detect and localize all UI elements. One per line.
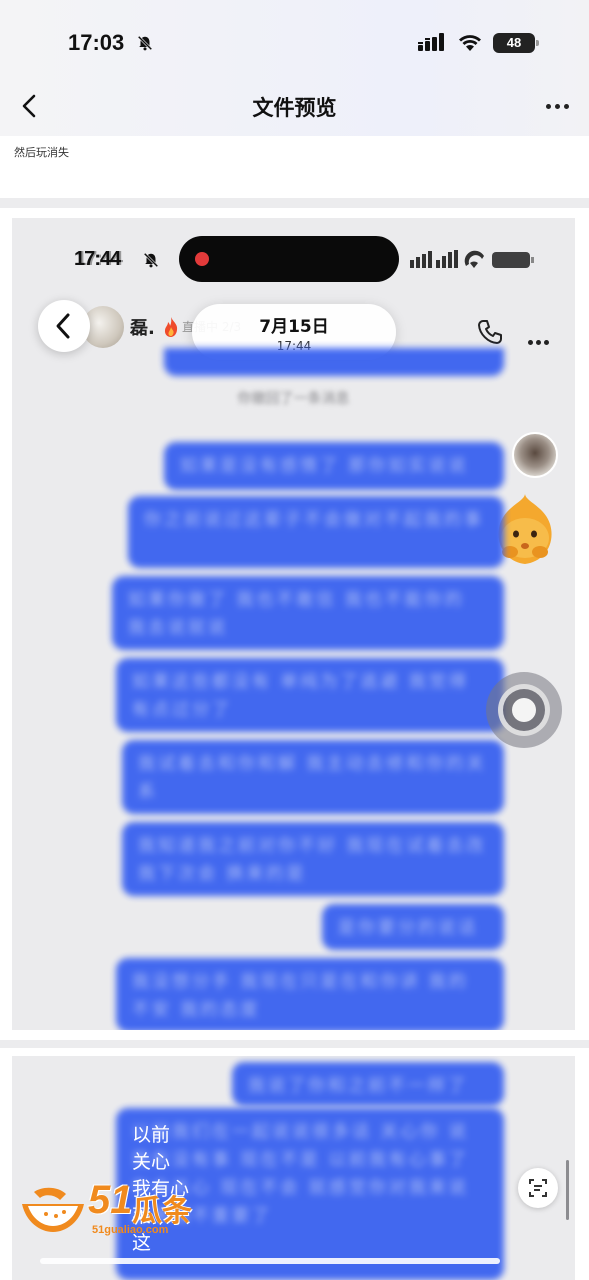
document-scrollbar[interactable] xyxy=(566,1160,569,1220)
message-bubble: 我知道我之前对你不好 我现在试着去改 我下次会 换来的是 xyxy=(122,822,504,896)
fire-icon xyxy=(164,317,178,337)
chat-screenshot-image: 17:44 磊. 7月15日 17:44 你撤回了一条消息 如果是没有感情了 那… xyxy=(12,218,575,1030)
message-bubble: 你之前说过这辈子不会做对不起我的事 xyxy=(128,496,504,568)
contact-name: 磊. xyxy=(130,318,155,339)
message-bubble: 如果这些都没有 单纯为了逃避 我觉得有点过分了 xyxy=(116,658,504,732)
message-bubble: 如果你做了 我也不敢信 我也不能你的 我去说就说 xyxy=(112,576,504,650)
more-options-icon[interactable] xyxy=(528,330,552,349)
recording-dot-icon xyxy=(195,252,209,266)
bell-slash-icon xyxy=(137,35,153,51)
scan-text-button[interactable] xyxy=(518,1168,558,1208)
dynamic-island xyxy=(179,236,399,282)
document-page-3: 我说了你和之前不一样了 以前我们在一起说说很多话 关心你 说我有没有事 现在不是… xyxy=(0,1048,589,1280)
message-bubble: 我试着去和你和解 我主动去修和你的关系 xyxy=(122,740,504,814)
nav-bar: 文件预览 xyxy=(0,80,589,136)
screenshot-back-button[interactable] xyxy=(38,300,90,352)
watermelon-logo-icon xyxy=(22,1187,84,1232)
watermark-logo: 51 瓜条 51gualiao.com xyxy=(18,1178,208,1244)
back-chevron-icon xyxy=(56,313,70,339)
phone-icon[interactable] xyxy=(476,318,504,346)
screenshot-status-icons xyxy=(410,250,534,268)
message-bubble xyxy=(164,348,504,376)
date-label: 7月15日 xyxy=(259,317,329,337)
message-bubble: 是你要分的说话 xyxy=(322,904,504,950)
chat-screenshot-image: 我说了你和之前不一样了 以前我们在一起说说很多话 关心你 说我有没有事 现在不是… xyxy=(12,1056,575,1280)
status-bar: 17:03 48 xyxy=(0,0,589,80)
page-title: 文件预览 xyxy=(252,96,337,120)
scan-text-icon xyxy=(529,1179,547,1197)
document-page-2: 17:44 磊. 7月15日 17:44 你撤回了一条消息 如果是没有感情了 那… xyxy=(0,208,589,1040)
screenshot-status-time: 17:44 xyxy=(74,248,121,270)
message-bubble: 我没想分手 我现在只是在和你讲 我的不安 我的态度 xyxy=(116,958,504,1030)
home-indicator xyxy=(40,1258,500,1264)
assistive-touch-button[interactable] xyxy=(486,672,562,748)
wifi-icon xyxy=(459,35,481,51)
sender-avatar[interactable] xyxy=(512,432,558,478)
document-page-1: 然后玩消失 xyxy=(0,136,589,198)
bell-slash-icon xyxy=(143,252,159,268)
battery-indicator: 48 xyxy=(493,33,539,53)
more-options-icon[interactable] xyxy=(542,104,569,111)
cellular-signal-icon xyxy=(418,33,444,51)
recall-notice: 你撤回了一条消息 xyxy=(237,391,350,407)
status-time: 17:03 xyxy=(68,30,125,55)
page-text: 然后玩消失 xyxy=(14,146,69,159)
message-bubble: 我说了你和之前不一样了 xyxy=(232,1062,504,1106)
message-bubble: 如果是没有感情了 那你如实说说 xyxy=(164,442,504,490)
